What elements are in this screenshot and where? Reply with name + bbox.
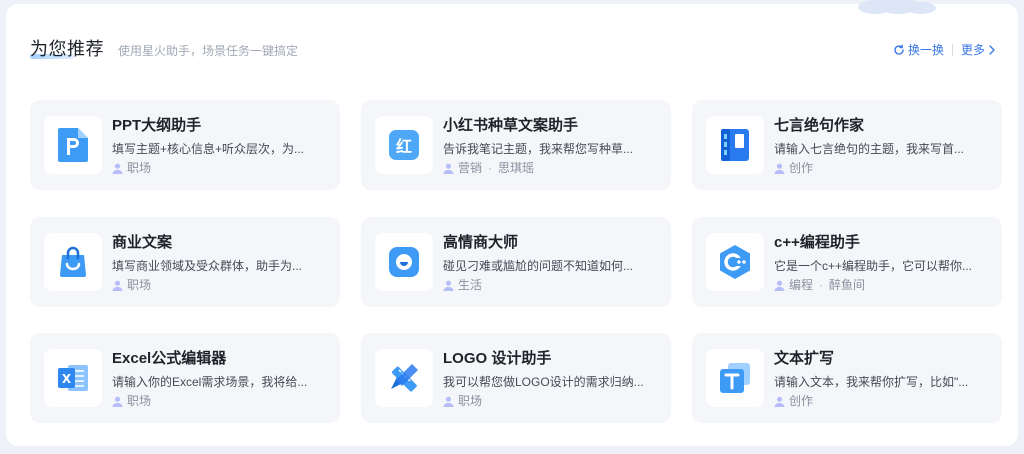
assistant-meta: 创作	[774, 393, 813, 409]
assistant-meta: 职场	[112, 277, 151, 293]
assistant-card[interactable]: PPT大纲助手 填写主题+核心信息+听众层次，为... 职场	[30, 100, 340, 190]
assistant-category: 编程	[789, 278, 814, 292]
refresh-button[interactable]: 换一换	[893, 42, 944, 58]
assistant-name: 文本扩写	[774, 350, 835, 367]
assistant-name: Excel公式编辑器	[112, 350, 227, 367]
assistant-meta: 职场	[112, 393, 151, 409]
meta-dot: ·	[819, 278, 824, 292]
refresh-label: 换一换	[907, 43, 944, 57]
recommend-panel: 为您推荐 使用星火助手，场景任务一键搞定 换一换 更多 PPT大纲助手 填写主题…	[6, 0, 1018, 446]
assistant-name: 七言绝句作家	[774, 117, 865, 134]
user-icon	[443, 163, 454, 174]
user-icon	[112, 163, 123, 174]
text-t-icon	[706, 349, 764, 407]
red-book-icon: 红	[375, 116, 433, 174]
assistant-category: 职场	[127, 278, 152, 292]
section-subtitle: 使用星火助手，场景任务一键搞定	[118, 44, 299, 58]
assistant-desc: 请输入你的Excel需求场景，我将给...	[112, 375, 308, 389]
poem-book-icon	[706, 116, 764, 174]
excel-icon: X	[44, 349, 102, 407]
assistant-category: 营销	[458, 161, 483, 175]
assistant-author: 思琪瑶	[498, 161, 535, 175]
action-divider	[951, 44, 953, 56]
assistant-author: 醉鱼间	[829, 278, 866, 292]
assistant-card[interactable]: 高情商大师 碰见刁难或尴尬的问题不知道如何... 生活	[361, 217, 671, 307]
user-icon	[443, 280, 454, 291]
assistant-card[interactable]: X Excel公式编辑器 请输入你的Excel需求场景，我将给... 职场	[30, 333, 340, 423]
assistant-desc: 请输入七言绝句的主题，我来写首...	[774, 142, 965, 156]
user-icon	[774, 396, 785, 407]
assistant-category: 创作	[789, 161, 814, 175]
assistant-meta: 营销 · 思琪瑶	[443, 160, 534, 176]
assistant-desc: 碰见刁难或尴尬的问题不知道如何...	[443, 259, 634, 273]
user-icon	[112, 280, 123, 291]
refresh-icon	[894, 44, 904, 55]
user-icon	[112, 396, 123, 407]
assistant-desc: 我可以帮您做LOGO设计的需求归纳...	[443, 375, 644, 389]
user-icon	[774, 280, 785, 291]
header-actions: 换一换 更多	[893, 42, 996, 58]
more-link[interactable]: 更多	[961, 42, 996, 58]
design-ruler-icon	[375, 349, 433, 407]
assistant-card[interactable]: LOGO 设计助手 我可以帮您做LOGO设计的需求归纳... 职场	[361, 333, 671, 423]
svg-text:X: X	[62, 372, 72, 386]
assistant-card[interactable]: 商业文案 填写商业领域及受众群体，助手为... 职场	[30, 217, 340, 307]
assistant-meta: 职场	[443, 393, 482, 409]
assistant-name: 商业文案	[112, 234, 173, 251]
assistant-card[interactable]: 红 小红书种草文案助手 告诉我笔记主题，我来帮您写种草... 营销 · 思琪瑶	[361, 100, 671, 190]
assistant-category: 职场	[127, 161, 152, 175]
meta-dot: ·	[488, 161, 493, 175]
assistant-card[interactable]: 七言绝句作家 请输入七言绝句的主题，我来写首... 创作	[692, 100, 1002, 190]
section-header: 为您推荐 使用星火助手，场景任务一键搞定 换一换 更多	[30, 38, 996, 64]
assistant-desc: 告诉我笔记主题，我来帮您写种草...	[443, 142, 634, 156]
user-icon	[774, 163, 785, 174]
section-title: 为您推荐	[30, 39, 104, 59]
cpp-icon	[706, 233, 764, 291]
assistant-desc: 填写主题+核心信息+听众层次，为...	[112, 142, 305, 156]
chevron-right-icon	[989, 45, 995, 55]
assistant-name: LOGO 设计助手	[443, 350, 552, 367]
smile-face-icon	[375, 233, 433, 291]
user-icon	[443, 396, 454, 407]
ppt-icon	[44, 116, 102, 174]
assistant-name: 小红书种草文案助手	[443, 117, 579, 134]
assistant-category: 职场	[127, 394, 152, 408]
assistant-meta: 职场	[112, 160, 151, 176]
assistant-card[interactable]: c++编程助手 它是一个c++编程助手，它可以帮你... 编程 · 醉鱼间	[692, 217, 1002, 307]
more-label: 更多	[960, 43, 985, 57]
assistant-name: PPT大纲助手	[112, 117, 202, 134]
assistant-desc: 请输入文本，我来帮你扩写，比如"...	[774, 375, 969, 389]
assistant-meta: 编程 · 醉鱼间	[774, 277, 865, 293]
assistant-category: 生活	[458, 278, 483, 292]
svg-text:红: 红	[396, 137, 412, 156]
assistant-name: c++编程助手	[774, 234, 860, 251]
assistant-card[interactable]: 文本扩写 请输入文本，我来帮你扩写，比如"... 创作	[692, 333, 1002, 423]
assistant-desc: 填写商业领域及受众群体，助手为...	[112, 259, 303, 273]
assistant-meta: 创作	[774, 160, 813, 176]
assistant-meta: 生活	[443, 277, 482, 293]
assistant-category: 创作	[789, 394, 814, 408]
assistant-category: 职场	[458, 394, 483, 408]
assistant-desc: 它是一个c++编程助手，它可以帮你...	[774, 259, 973, 273]
shopping-bag-icon	[44, 233, 102, 291]
assistant-name: 高情商大师	[443, 234, 519, 251]
cloud-decoration-icon	[858, 0, 938, 14]
